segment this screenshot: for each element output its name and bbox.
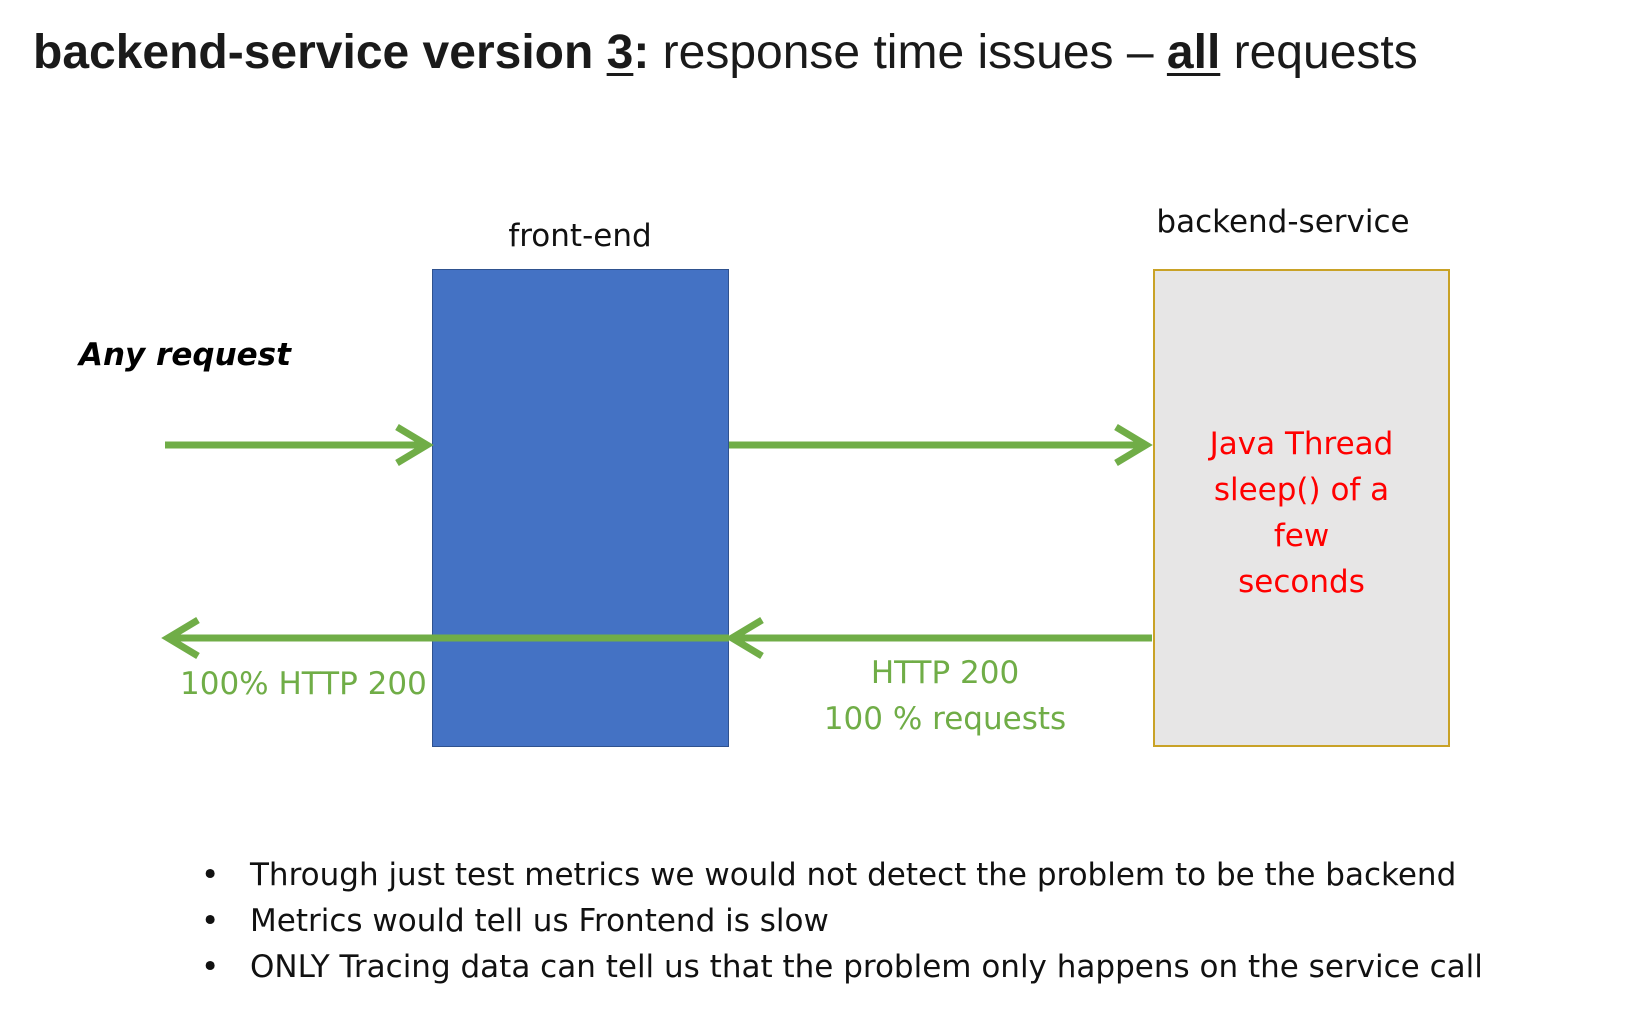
bullet-item: • ONLY Tracing data can tell us that the … bbox=[195, 944, 1483, 990]
bullet-glyph: • bbox=[201, 949, 220, 985]
bullet-glyph: • bbox=[201, 903, 220, 939]
any-request-label: Any request bbox=[79, 337, 291, 373]
bullet-glyph: • bbox=[201, 857, 220, 893]
response-mid-label: HTTP 200 100 % requests bbox=[800, 650, 1090, 742]
response-mid-line-2: 100 % requests bbox=[823, 701, 1067, 737]
bullet-text: Through just test metrics we would not d… bbox=[250, 857, 1457, 893]
bullet-list: • Through just test metrics we would not … bbox=[195, 852, 1483, 990]
bullet-item: • Through just test metrics we would not … bbox=[195, 852, 1483, 898]
response-arrow-out bbox=[161, 616, 729, 660]
request-arrow-in bbox=[165, 423, 434, 467]
bullet-text: ONLY Tracing data can tell us that the p… bbox=[250, 949, 1483, 985]
bullet-item: • Metrics would tell us Frontend is slow bbox=[195, 898, 1483, 944]
request-arrow-to-backend bbox=[729, 423, 1153, 467]
bullet-text: Metrics would tell us Frontend is slow bbox=[250, 903, 829, 939]
response-mid-line-1: HTTP 200 bbox=[870, 655, 1020, 691]
response-left-label: 100% HTTP 200 bbox=[180, 666, 427, 702]
